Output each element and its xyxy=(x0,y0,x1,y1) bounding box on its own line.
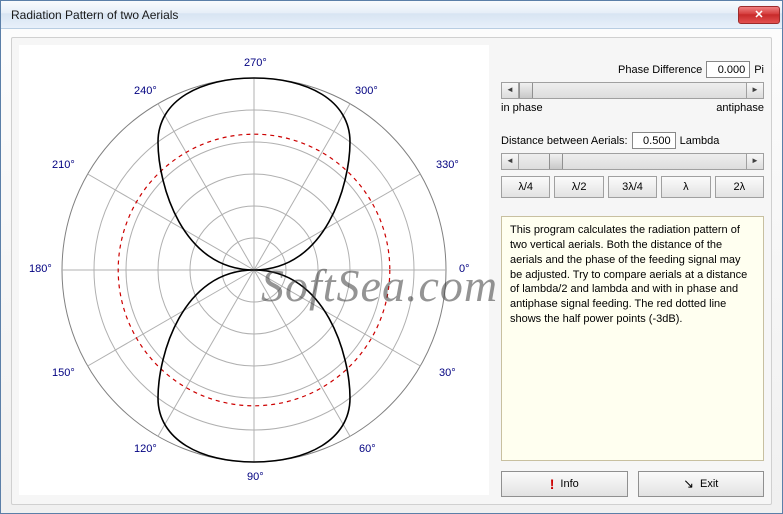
distance-right-arrow[interactable]: ► xyxy=(746,154,763,169)
preset-row: λ/4 λ/2 3λ/4 λ 2λ xyxy=(501,176,764,198)
distance-track[interactable] xyxy=(519,154,746,169)
preset-3lambda-quarter[interactable]: 3λ/4 xyxy=(608,176,657,198)
distance-thumb[interactable] xyxy=(549,154,563,169)
exit-button-label: Exit xyxy=(700,478,718,490)
titlebar: Radiation Pattern of two Aerials ✕ xyxy=(1,1,782,29)
info-button[interactable]: ! Info xyxy=(501,471,628,497)
exit-button[interactable]: ↘ Exit xyxy=(638,471,765,497)
preset-lambda-quarter[interactable]: λ/4 xyxy=(501,176,550,198)
distance-label: Distance between Aerials: xyxy=(501,135,628,147)
close-button[interactable]: ✕ xyxy=(738,6,780,24)
angle-300: 300° xyxy=(355,85,378,97)
controls-panel: Phase Difference 0.000 Pi ◄ ► in phase a… xyxy=(489,45,764,497)
phase-right-arrow[interactable]: ► xyxy=(746,83,763,98)
phase-scrollbar[interactable]: ◄ ► xyxy=(501,82,764,99)
angle-240: 240° xyxy=(134,85,157,97)
angle-180: 180° xyxy=(29,263,52,275)
distance-scrollbar[interactable]: ◄ ► xyxy=(501,153,764,170)
angle-0: 0° xyxy=(459,263,470,275)
app-window: Radiation Pattern of two Aerials ✕ SoftS… xyxy=(0,0,783,514)
exclaim-icon: ! xyxy=(550,476,555,492)
polar-chart: 0° 330° 300° 270° 240° 210° 180° 150° 12… xyxy=(19,45,489,495)
exit-icon: ↘ xyxy=(683,476,694,492)
angle-210: 210° xyxy=(52,159,75,171)
distance-left-arrow[interactable]: ◄ xyxy=(502,154,519,169)
angle-30: 30° xyxy=(439,367,456,379)
info-button-label: Info xyxy=(560,478,578,490)
client-area: SoftSea.com xyxy=(1,29,782,513)
phase-unit: Pi xyxy=(754,64,764,76)
phase-max-label: antiphase xyxy=(716,102,764,114)
distance-value: 0.500 xyxy=(632,132,676,149)
preset-lambda[interactable]: λ xyxy=(661,176,710,198)
preset-lambda-half[interactable]: λ/2 xyxy=(554,176,603,198)
phase-label: Phase Difference xyxy=(618,64,702,76)
angle-330: 330° xyxy=(436,159,459,171)
phase-left-arrow[interactable]: ◄ xyxy=(502,83,519,98)
angle-270: 270° xyxy=(244,57,267,69)
polar-svg xyxy=(19,45,489,495)
phase-track[interactable] xyxy=(519,83,746,98)
phase-thumb[interactable] xyxy=(519,83,533,98)
angle-60: 60° xyxy=(359,443,376,455)
phase-value: 0.000 xyxy=(706,61,750,78)
info-text: This program calculates the radiation pa… xyxy=(501,216,764,461)
preset-2lambda[interactable]: 2λ xyxy=(715,176,764,198)
window-title: Radiation Pattern of two Aerials xyxy=(11,8,738,22)
angle-120: 120° xyxy=(134,443,157,455)
angle-150: 150° xyxy=(52,367,75,379)
phase-min-label: in phase xyxy=(501,102,543,114)
angle-90: 90° xyxy=(247,471,264,483)
distance-unit: Lambda xyxy=(680,135,720,147)
